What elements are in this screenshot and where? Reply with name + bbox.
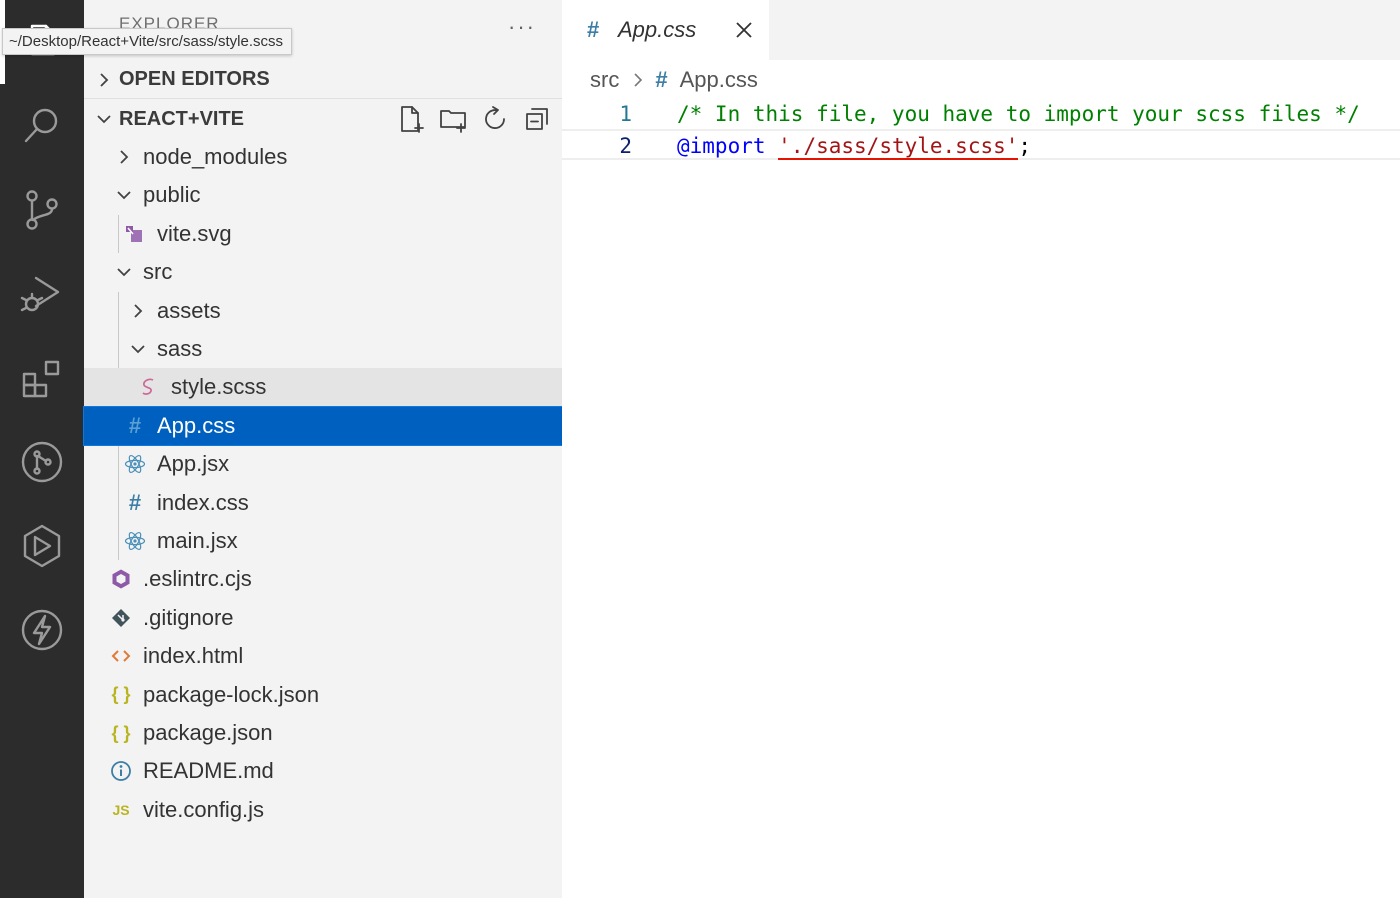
svg-file-icon: [124, 223, 146, 245]
breadcrumb-file[interactable]: App.css: [680, 67, 758, 93]
tree-item-src[interactable]: src: [84, 253, 562, 291]
tree-item-main-jsx[interactable]: main.jsx: [84, 522, 562, 560]
css-file-icon: #: [128, 412, 142, 438]
tree-item-label: package.json: [143, 720, 273, 745]
css-file-icon: #: [655, 67, 668, 92]
close-icon[interactable]: [734, 20, 754, 40]
html-file-icon: [110, 645, 132, 667]
info-file-icon: [110, 760, 132, 782]
sass-file-icon: [138, 376, 160, 398]
tree-item-label: App.jsx: [157, 451, 230, 477]
explorer-sidebar: EXPLORER ··· OPEN EDITORS REACT+VITE nod…: [83, 0, 563, 898]
open-editors-header[interactable]: OPEN EDITORS: [84, 61, 562, 99]
tree-item-node-modules[interactable]: node_modules: [84, 138, 562, 176]
tab-app-css[interactable]: # App.css: [562, 0, 769, 60]
tab-label: App.css: [618, 17, 697, 42]
eslint-file-icon: [110, 568, 132, 590]
tab-bar: # App.css: [562, 0, 1400, 60]
json-file-icon: { }: [111, 722, 131, 743]
tree-item-label: vite.config.js: [143, 796, 265, 822]
tree-item-vite-config[interactable]: JS vite.config.js: [84, 791, 562, 829]
git-graph-icon[interactable]: [0, 420, 84, 504]
collapse-all-icon[interactable]: [522, 104, 552, 134]
tree-item-label: assets: [157, 297, 221, 323]
react-file-icon: [124, 530, 146, 552]
open-editors-label: OPEN EDITORS: [119, 68, 270, 90]
tree-item-index-css[interactable]: # index.css: [84, 484, 562, 522]
tree-item-app-css[interactable]: # App.css: [83, 405, 563, 447]
json-file-icon: { }: [111, 684, 131, 705]
tree-item-sass[interactable]: sass: [84, 330, 562, 368]
code-line-current[interactable]: 2 @import './sass/style.scss';: [562, 129, 1400, 160]
project-header[interactable]: REACT+VITE: [84, 100, 562, 138]
refresh-icon[interactable]: [480, 104, 510, 134]
react-file-icon: [124, 453, 146, 475]
git-file-icon: [110, 607, 132, 629]
tree-item-assets[interactable]: assets: [84, 292, 562, 330]
tree-item-eslintrc[interactable]: .eslintrc.cjs: [84, 560, 562, 598]
css-file-icon: #: [587, 17, 600, 42]
tree-item-label: .eslintrc.cjs: [143, 566, 252, 592]
breadcrumb-folder[interactable]: src: [590, 67, 619, 93]
activity-bar: [0, 0, 84, 898]
line-number: 1: [619, 102, 632, 126]
chevron-down-icon: [97, 115, 111, 124]
remote-explorer-icon[interactable]: [0, 504, 84, 588]
tree-item-index-html[interactable]: index.html: [84, 637, 562, 675]
code-punctuation: ;: [1018, 134, 1032, 158]
tree-item-label: public: [143, 182, 201, 208]
project-label: REACT+VITE: [119, 107, 245, 130]
code-line[interactable]: 1 /* In this file, you have to import yo…: [562, 99, 1400, 130]
chevron-right-icon: [134, 303, 143, 318]
tree-item-label: node_modules: [143, 144, 288, 169]
tree-item-label: src: [143, 259, 173, 285]
chevron-down-icon: [131, 345, 145, 354]
line-number: 2: [619, 134, 632, 158]
extensions-icon[interactable]: [0, 336, 84, 420]
tree-item-style-scss[interactable]: style.scss: [84, 368, 562, 407]
code-keyword: @import: [677, 134, 766, 158]
tree-item-readme[interactable]: README.md: [84, 752, 562, 790]
tree-item-label: index.css: [157, 489, 249, 515]
lightning-icon[interactable]: [0, 588, 84, 672]
code-comment: /* In this file, you have to import your…: [677, 102, 1360, 126]
tree-item-package-lock-json[interactable]: { } package-lock.json: [84, 676, 562, 714]
more-actions-button[interactable]: ···: [508, 14, 536, 40]
tree-item-label: App.css: [157, 412, 236, 438]
chevron-right-icon: [120, 150, 129, 164]
new-folder-icon[interactable]: [438, 104, 468, 134]
path-tooltip: ~/Desktop/React+Vite/src/sass/style.scss: [2, 28, 292, 55]
tree-item-label: style.scss: [171, 374, 267, 400]
tree-item-package-json[interactable]: { } package.json: [84, 714, 562, 752]
chevron-right-icon: [100, 73, 109, 87]
tree-item-label: .gitignore: [143, 604, 234, 630]
tree-item-vite-svg[interactable]: vite.svg: [84, 215, 562, 253]
chevron-down-icon: [117, 268, 131, 277]
run-debug-icon[interactable]: [0, 252, 84, 336]
tree-item-label: README.md: [143, 758, 274, 784]
tree-item-label: main.jsx: [157, 528, 238, 553]
tree-item-app-jsx[interactable]: App.jsx: [84, 445, 562, 483]
source-control-icon[interactable]: [0, 168, 84, 252]
tree-item-label: package-lock.json: [143, 681, 320, 707]
editor-area: # App.css src # App.css 1 /* In this fil…: [562, 0, 1400, 898]
js-file-icon: JS: [112, 801, 130, 818]
tree-item-label: index.html: [143, 643, 244, 669]
tree-item-label: vite.svg: [157, 220, 232, 246]
css-file-icon: #: [128, 489, 142, 515]
tree-item-public[interactable]: public: [84, 176, 562, 214]
code-string: './sass/style.scss': [778, 134, 1019, 160]
chevron-down-icon: [117, 191, 131, 200]
search-icon[interactable]: [0, 84, 84, 168]
chevron-right-icon: [634, 73, 643, 87]
tree-item-label: sass: [157, 336, 203, 361]
breadcrumb: src # App.css: [590, 67, 758, 93]
new-file-icon[interactable]: [396, 104, 426, 134]
tree-item-gitignore[interactable]: .gitignore: [84, 599, 562, 637]
